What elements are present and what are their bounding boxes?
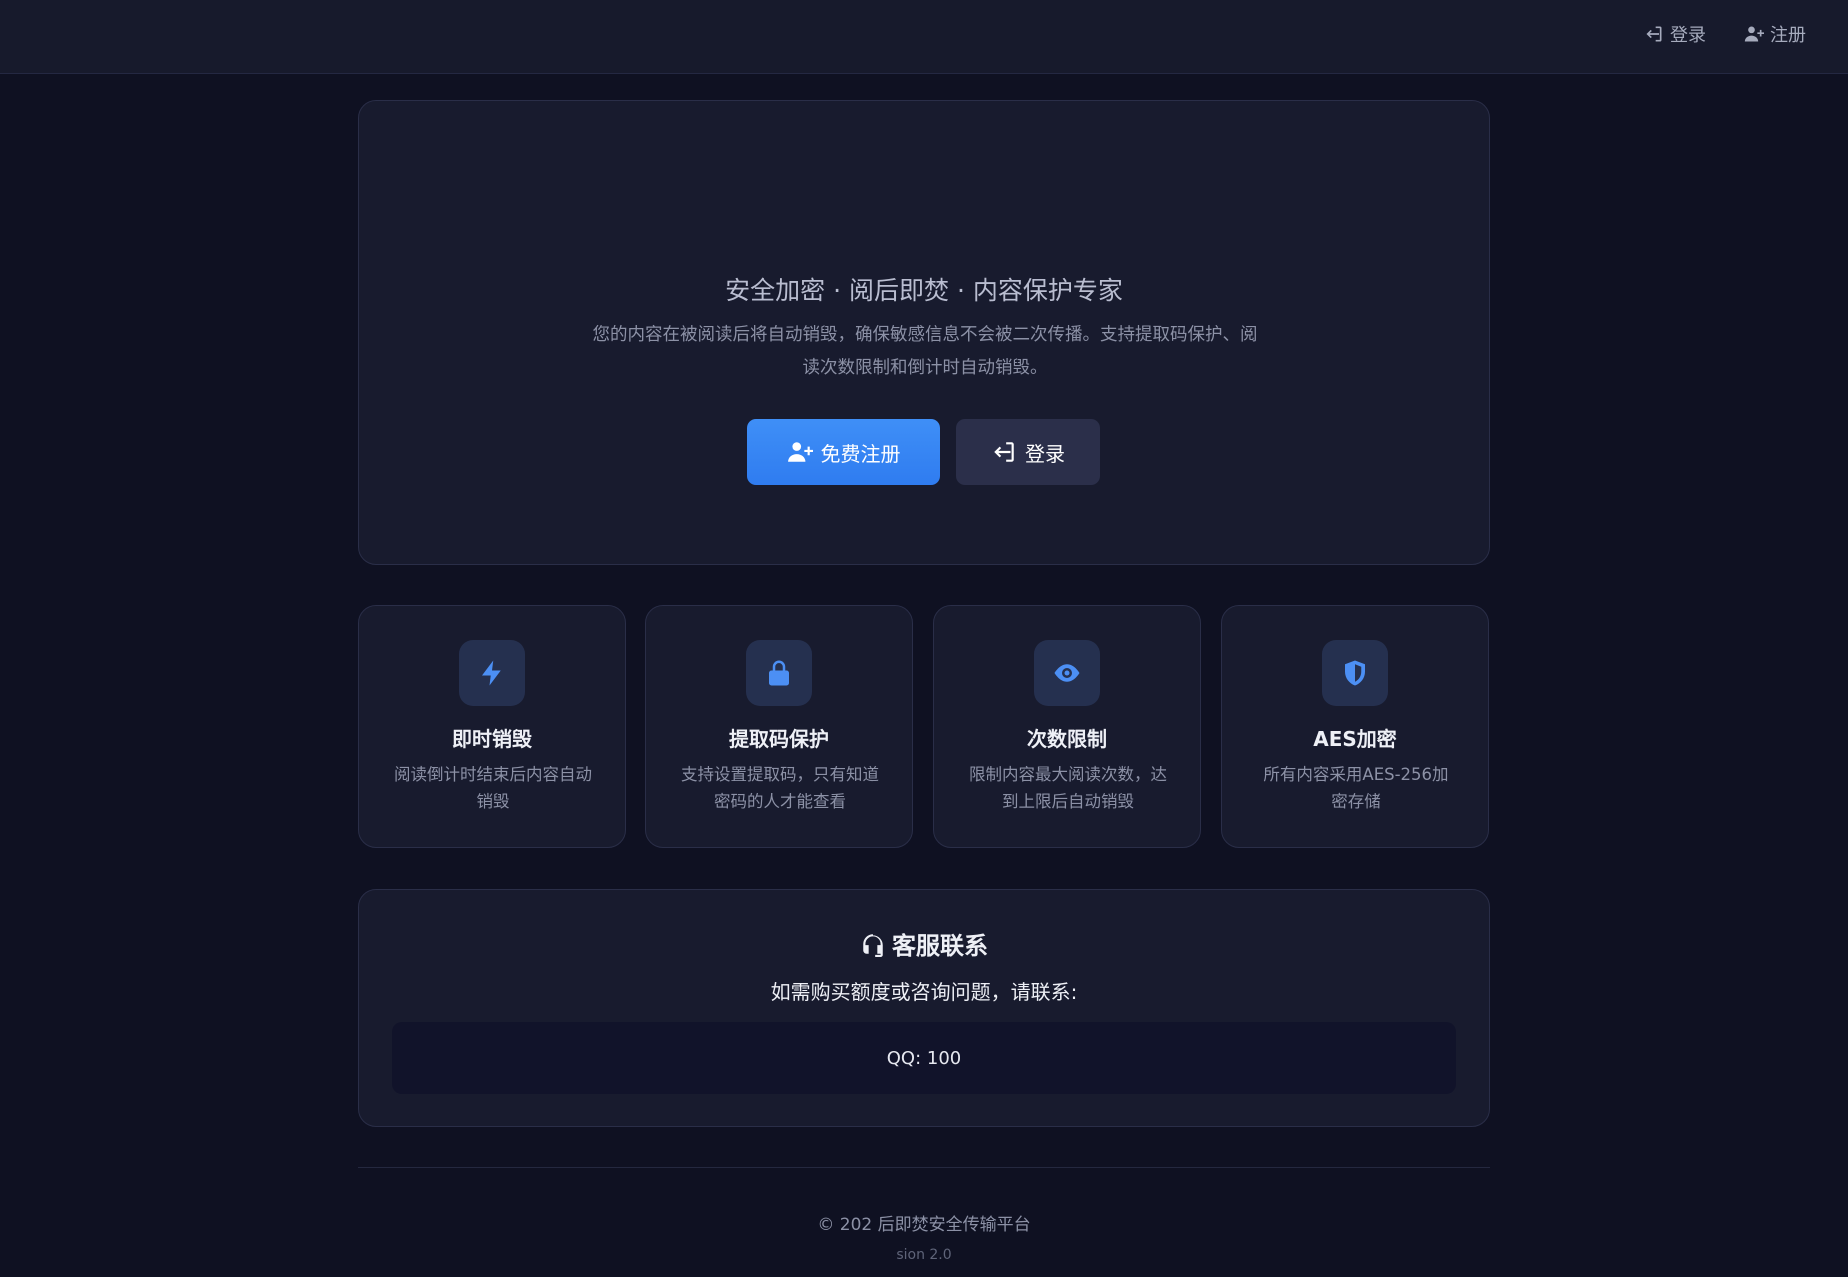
feature-card-code-protect: 提取码保护 支持设置提取码，只有知道密码的人才能查看 xyxy=(645,605,913,848)
lock-icon xyxy=(769,660,789,686)
feature-title: AES加密 xyxy=(1313,727,1397,751)
sign-in-icon xyxy=(1646,26,1662,42)
contact-qq-box[interactable]: QQ: 100 xyxy=(392,1022,1456,1094)
contact-subtitle: 如需购买额度或咨询问题，请联系: xyxy=(770,980,1078,1004)
nav-register-link[interactable]: 注册 xyxy=(1744,20,1806,48)
feature-desc: 阅读倒计时结束后内容自动销毁 xyxy=(394,765,592,811)
bolt-icon xyxy=(482,660,501,686)
headset-icon xyxy=(863,933,883,957)
feature-icon-wrap xyxy=(1034,640,1100,706)
user-plus-icon xyxy=(1744,26,1764,42)
feature-desc: 所有内容采用AES-256加密存储 xyxy=(1263,765,1449,811)
feature-card-instant-destroy: 即时销毁 阅读倒计时结束后内容自动销毁 xyxy=(358,605,626,848)
shield-icon xyxy=(1345,660,1365,686)
feature-title: 即时销毁 xyxy=(452,727,532,751)
nav-login-link[interactable]: 登录 xyxy=(1644,20,1706,48)
user-plus-icon xyxy=(787,442,813,462)
sign-in-icon xyxy=(994,442,1014,462)
register-button[interactable]: 免费注册 xyxy=(747,419,940,485)
hero-card: 安全加密 · 阅后即焚 · 内容保护专家 您的内容在被阅读后将自动销毁，确保敏感… xyxy=(358,100,1490,565)
feature-icon-wrap xyxy=(1322,640,1388,706)
hero-title: 安全加密 · 阅后即焚 · 内容保护专家 xyxy=(725,276,1123,305)
login-button-label: 登录 xyxy=(1025,441,1065,466)
footer-divider xyxy=(358,1167,1490,1168)
hero-description: 您的内容在被阅读后将自动销毁，确保敏感信息不会被二次传播。支持提取码保护、阅读次… xyxy=(592,325,1258,378)
feature-title: 次数限制 xyxy=(1027,727,1107,751)
feature-icon-wrap xyxy=(746,640,812,706)
contact-title-row: 客服联系 xyxy=(359,926,1489,961)
contact-card: 客服联系 如需购买额度或咨询问题，请联系: QQ: 100 xyxy=(358,889,1490,1127)
nav-register-label: 注册 xyxy=(1770,25,1806,46)
eye-icon xyxy=(1054,664,1080,682)
contact-title: 客服联系 xyxy=(892,932,988,960)
feature-card-aes-encrypt: AES加密 所有内容采用AES-256加密存储 xyxy=(1221,605,1489,848)
contact-qq: QQ: 100 xyxy=(886,1047,962,1069)
feature-desc: 支持设置提取码，只有知道密码的人才能查看 xyxy=(681,765,879,811)
nav-login-label: 登录 xyxy=(1670,25,1706,46)
top-navbar: 登录 注册 xyxy=(0,0,1848,74)
feature-icon-wrap xyxy=(459,640,525,706)
footer-version: sion 2.0 xyxy=(896,1247,952,1263)
feature-title: 提取码保护 xyxy=(729,727,829,751)
register-button-label: 免费注册 xyxy=(820,441,901,466)
feature-card-read-limit: 次数限制 限制内容最大阅读次数，达到上限后自动销毁 xyxy=(933,605,1201,848)
feature-desc: 限制内容最大阅读次数，达到上限后自动销毁 xyxy=(969,765,1167,811)
login-button[interactable]: 登录 xyxy=(956,419,1100,485)
footer-copyright: © 202 后即焚安全传输平台 xyxy=(817,1215,1031,1235)
